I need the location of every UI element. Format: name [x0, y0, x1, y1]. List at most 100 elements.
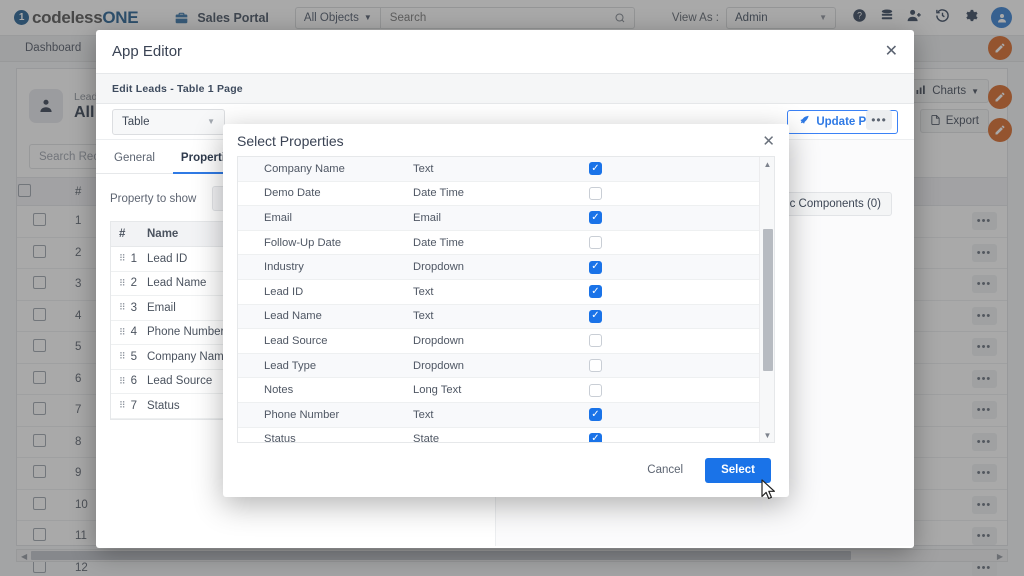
property-checkbox-cell: ✓ [588, 162, 759, 176]
property-checkbox[interactable]: ✓ [589, 309, 602, 323]
select-properties-list-wrapper: Company Name Text ✓ Demo Date Date Time Email… [237, 156, 775, 443]
properties-scrollbar-thumb[interactable] [762, 229, 773, 371]
properties-vertical-scrollbar[interactable]: ▲ ▼ [759, 157, 774, 442]
property-checkbox-cell: ✓ [588, 408, 759, 422]
property-row[interactable]: Lead Type Dropdown [238, 353, 759, 379]
app-editor-breadcrumb-bar: Edit Leads - Table 1 Page [96, 74, 914, 104]
property-checkbox-cell [588, 359, 759, 373]
property-checkbox[interactable]: ✓ [589, 260, 602, 274]
property-type: State [413, 433, 440, 442]
property-name: Lead Source [264, 334, 328, 347]
check-icon: ✓ [591, 211, 600, 223]
close-icon[interactable]: ✕ [885, 43, 898, 60]
shown-property-index: ⠿ 1 [111, 253, 147, 265]
app-editor-header: App Editor ✕ [96, 30, 914, 74]
property-checkbox[interactable] [589, 359, 602, 373]
property-checkbox[interactable]: ✓ [589, 285, 602, 299]
shown-property-number: 7 [130, 399, 137, 412]
property-checkbox[interactable]: ✓ [589, 211, 602, 225]
property-to-show-label: Property to show [110, 192, 197, 205]
property-checkbox-cell [588, 383, 759, 397]
property-checkbox[interactable] [589, 236, 602, 250]
property-name: Industry [264, 261, 304, 274]
close-icon[interactable]: ✕ [762, 134, 775, 149]
preview-overflow-menu[interactable]: ••• [866, 110, 892, 130]
property-type: Dropdown [413, 334, 464, 347]
property-name: Lead Type [264, 359, 317, 372]
property-name: Follow-Up Date [264, 236, 342, 249]
property-checkbox[interactable] [589, 334, 602, 348]
property-name: Phone Number [264, 408, 340, 421]
check-icon: ✓ [591, 162, 600, 174]
check-icon: ✓ [591, 261, 600, 273]
shown-property-number: 3 [130, 301, 137, 314]
select-properties-dialog: Select Properties ✕ Company Name Text ✓ Dem… [223, 124, 789, 497]
shown-property-index: ⠿ 5 [111, 351, 147, 363]
property-type: Dropdown [413, 359, 464, 372]
check-icon: ✓ [591, 433, 600, 442]
drag-handle-icon[interactable]: ⠿ [119, 254, 126, 263]
property-row[interactable]: Industry Dropdown ✓ [238, 255, 759, 280]
shown-property-index: ⠿ 4 [111, 326, 147, 338]
property-type: Date Time [413, 236, 464, 249]
property-type: Text [413, 162, 434, 175]
property-type: Text [413, 408, 434, 421]
property-row[interactable]: Status State ✓ [238, 428, 759, 442]
property-checkbox-cell [588, 186, 759, 200]
tab-general[interactable]: General [104, 152, 165, 173]
select-properties-title: Select Properties [237, 133, 344, 149]
property-name: Email [264, 211, 292, 224]
property-checkbox-cell: ✓ [588, 309, 759, 323]
component-type-value: Table [122, 115, 150, 128]
column-header-hash: # [119, 228, 126, 240]
property-checkbox[interactable] [589, 186, 602, 200]
property-checkbox-cell: ✓ [588, 432, 759, 442]
property-name: Status [264, 433, 296, 442]
drag-handle-icon[interactable]: ⠿ [119, 303, 126, 312]
property-row[interactable]: Follow-Up Date Date Time [238, 231, 759, 256]
property-row[interactable]: Lead Source Dropdown [238, 329, 759, 354]
property-checkbox[interactable] [589, 383, 602, 397]
property-row[interactable]: Phone Number Text ✓ [238, 402, 759, 428]
drag-handle-icon[interactable]: ⠿ [119, 352, 126, 361]
cancel-button[interactable]: Cancel [641, 463, 689, 477]
property-checkbox[interactable]: ✓ [589, 432, 602, 442]
property-checkbox[interactable]: ✓ [589, 162, 602, 176]
drag-handle-icon[interactable]: ⠿ [119, 327, 126, 336]
app-editor-title: App Editor [112, 43, 183, 60]
shown-property-index: ⠿ 7 [111, 400, 147, 412]
property-row[interactable]: Lead Name Text ✓ [238, 304, 759, 330]
property-row[interactable]: Email Email ✓ [238, 206, 759, 231]
shown-property-number: 4 [130, 326, 137, 339]
property-row[interactable]: Demo Date Date Time [238, 182, 759, 207]
select-properties-footer: Cancel Select [223, 443, 789, 497]
breadcrumb: Edit Leads - Table 1 Page [112, 82, 243, 95]
property-name: Lead Name [264, 310, 322, 323]
drag-handle-icon[interactable]: ⠿ [119, 401, 126, 410]
property-row[interactable]: Lead ID Text ✓ [238, 280, 759, 305]
property-row[interactable]: Notes Long Text [238, 378, 759, 403]
property-type: Email [413, 211, 441, 224]
property-checkbox[interactable]: ✓ [589, 408, 602, 422]
property-type: Date Time [413, 187, 464, 200]
scroll-up-arrow-icon[interactable]: ▲ [760, 157, 774, 171]
drag-handle-icon[interactable]: ⠿ [119, 278, 126, 287]
shown-property-number: 2 [130, 277, 137, 290]
property-name: Demo Date [264, 187, 321, 200]
shown-property-number: 1 [130, 252, 137, 265]
property-row[interactable]: Company Name Text ✓ [238, 157, 759, 182]
component-type-dropdown[interactable]: Table ▼ [112, 108, 225, 135]
property-name: Lead ID [264, 285, 304, 298]
shown-property-index: ⠿ 3 [111, 302, 147, 314]
shown-property-index: ⠿ 6 [111, 375, 147, 387]
drag-handle-icon[interactable]: ⠿ [119, 376, 126, 385]
chevron-down-icon: ▼ [207, 117, 215, 126]
shown-property-number: 6 [130, 375, 137, 388]
property-type: Long Text [413, 384, 462, 397]
property-checkbox-cell: ✓ [588, 211, 759, 225]
scroll-down-arrow-icon[interactable]: ▼ [760, 428, 774, 442]
property-type: Text [413, 285, 434, 298]
property-name: Notes [264, 384, 294, 397]
shown-property-index: ⠿ 2 [111, 277, 147, 289]
property-checkbox-cell [588, 236, 759, 250]
